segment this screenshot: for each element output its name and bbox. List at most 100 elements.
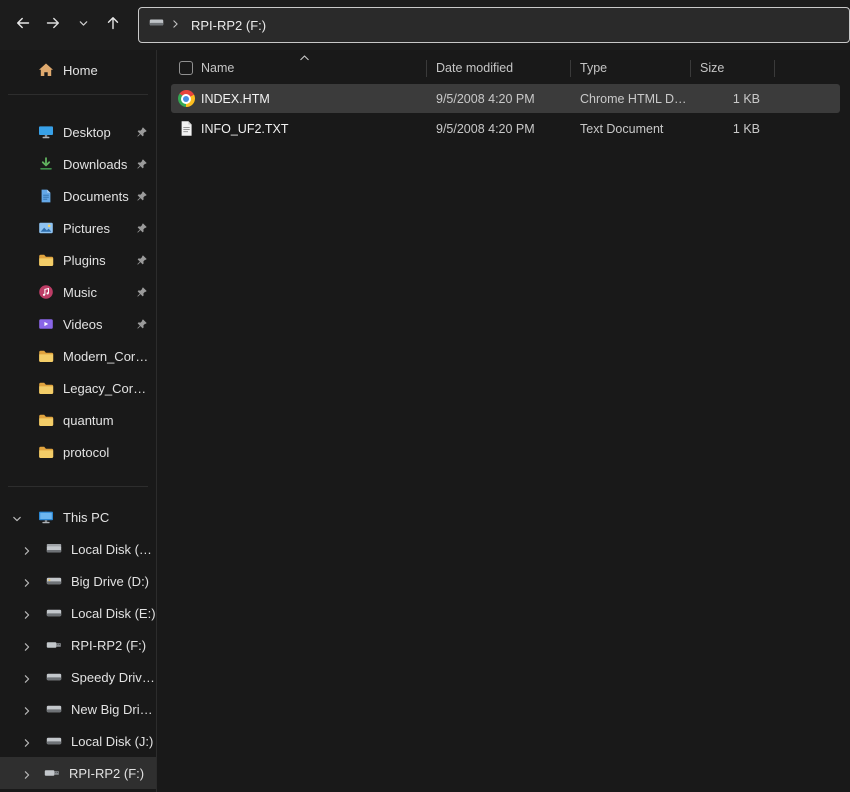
chevron-right-icon[interactable] [22, 640, 32, 650]
arrow-up-icon [105, 15, 121, 36]
sidebar-item-label: Videos [63, 317, 103, 332]
sidebar-item-this-pc[interactable]: This PC [0, 501, 156, 533]
usb-drive-icon [46, 637, 62, 653]
sidebar-item-protocol[interactable]: protocol [0, 436, 156, 468]
drive-icon [149, 15, 164, 35]
sidebar-item-pictures[interactable]: Pictures [0, 212, 156, 244]
column-header-type[interactable]: Type [570, 61, 690, 75]
document-icon [38, 188, 54, 204]
file-type: Chrome HTML Do... [570, 92, 690, 106]
folder-icon [38, 348, 54, 364]
sort-ascending-icon [299, 51, 310, 59]
sidebar-item-videos[interactable]: Videos [0, 308, 156, 340]
toolbar: RPI-RP2 (F:) [0, 0, 850, 50]
drive-icon [46, 573, 62, 589]
arrow-left-icon [15, 15, 31, 36]
sidebar-item-local-disk-j[interactable]: Local Disk (J:) [0, 725, 156, 757]
address-bar[interactable]: RPI-RP2 (F:) [138, 7, 850, 43]
column-divider[interactable] [690, 60, 691, 77]
sidebar-item-label: Local Disk (E:) [71, 606, 156, 621]
sidebar-item-label: Speedy Drive (G:) [71, 670, 156, 685]
pin-icon [136, 254, 148, 266]
chevron-right-icon[interactable] [22, 608, 32, 618]
sidebar-item-quantum[interactable]: quantum [0, 404, 156, 436]
sidebar-item-music[interactable]: Music [0, 276, 156, 308]
sidebar-item-modern-corsair[interactable]: Modern_Corsair [0, 340, 156, 372]
column-header-name[interactable]: Name [201, 61, 426, 75]
chevron-right-icon[interactable] [22, 736, 32, 746]
arrow-right-icon [45, 15, 61, 36]
drive-icon [46, 733, 62, 749]
sidebar-item-label: New Big Drive (I:) [71, 702, 156, 717]
home-icon [38, 62, 54, 78]
downloads-icon [38, 156, 54, 172]
breadcrumb-drive-label[interactable]: RPI-RP2 (F:) [187, 16, 270, 35]
chevron-right-icon[interactable] [22, 768, 32, 778]
column-divider[interactable] [426, 60, 427, 77]
pin-icon [136, 318, 148, 330]
forward-button[interactable] [38, 10, 68, 40]
text-document-icon [177, 120, 195, 138]
select-all-checkbox[interactable] [179, 61, 193, 75]
sidebar-item-label: Documents [63, 189, 129, 204]
sidebar-item-downloads[interactable]: Downloads [0, 148, 156, 180]
sidebar-item-local-disk-c[interactable]: Local Disk (C:) [0, 533, 156, 565]
chevron-right-icon[interactable] [22, 704, 32, 714]
sidebar-item-label: Modern_Corsair [63, 349, 151, 364]
sidebar-item-label: Local Disk (C:) [71, 542, 156, 557]
sidebar-item-legacy-corsair[interactable]: Legacy_Corsair [0, 372, 156, 404]
file-name: INDEX.HTM [201, 92, 426, 106]
recent-locations-button[interactable] [68, 10, 98, 40]
chrome-file-icon [177, 90, 195, 108]
file-size: 1 KB [690, 92, 774, 106]
chevron-right-icon[interactable] [22, 544, 32, 554]
chevron-right-icon[interactable] [22, 672, 32, 682]
back-button[interactable] [8, 10, 38, 40]
sidebar-item-label: RPI-RP2 (F:) [71, 638, 146, 653]
column-divider[interactable] [774, 60, 775, 77]
sidebar-item-local-disk-e[interactable]: Local Disk (E:) [0, 597, 156, 629]
file-name: INFO_UF2.TXT [201, 122, 426, 136]
usb-drive-icon [44, 765, 60, 781]
sidebar-item-big-drive-d[interactable]: Big Drive (D:) [0, 565, 156, 597]
navigation-pane: Home Desktop Downloads [0, 50, 157, 792]
column-divider[interactable] [570, 60, 571, 77]
file-type: Text Document [570, 122, 690, 136]
sidebar-item-plugins[interactable]: Plugins [0, 244, 156, 276]
folder-icon [38, 380, 54, 396]
music-icon [38, 284, 54, 300]
drive-icon [46, 541, 62, 557]
sidebar-item-label: protocol [63, 445, 109, 460]
file-row-info-uf2-txt[interactable]: INFO_UF2.TXT 9/5/2008 4:20 PM Text Docum… [171, 114, 840, 143]
column-header-row: Name Date modified Type Size [171, 53, 840, 83]
sidebar-item-documents[interactable]: Documents [0, 180, 156, 212]
videos-icon [38, 316, 54, 332]
sidebar-item-label: Pictures [63, 221, 110, 236]
sidebar-item-label: Desktop [63, 125, 111, 140]
sidebar-item-label: Home [63, 63, 98, 78]
sidebar-item-label: Plugins [63, 253, 106, 268]
sidebar-item-speedy-drive-g[interactable]: Speedy Drive (G:) [0, 661, 156, 693]
file-explorer-window: RPI-RP2 (F:) Home Desktop [0, 0, 850, 792]
chevron-right-icon[interactable] [22, 576, 32, 586]
sidebar-item-desktop[interactable]: Desktop [0, 116, 156, 148]
sidebar-item-new-big-drive-i[interactable]: New Big Drive (I:) [0, 693, 156, 725]
chevron-down-icon[interactable] [12, 512, 22, 522]
sidebar-item-label: quantum [63, 413, 114, 428]
chevron-down-icon [78, 16, 89, 34]
sidebar-item-label: This PC [63, 510, 109, 525]
sidebar-item-rpi-rp2-f[interactable]: RPI-RP2 (F:) [0, 629, 156, 661]
pin-icon [136, 286, 148, 298]
file-row-index-htm[interactable]: INDEX.HTM 9/5/2008 4:20 PM Chrome HTML D… [171, 84, 840, 113]
sidebar-separator [8, 94, 148, 95]
column-header-date-modified[interactable]: Date modified [426, 61, 570, 75]
folder-icon [38, 412, 54, 428]
sidebar-item-rpi-rp2-root[interactable]: RPI-RP2 (F:) [0, 757, 156, 789]
drive-icon [46, 701, 62, 717]
breadcrumb-chevron-icon [171, 16, 180, 34]
sidebar-item-home[interactable]: Home [0, 54, 156, 86]
breadcrumb[interactable]: RPI-RP2 (F:) [187, 16, 270, 35]
up-button[interactable] [98, 10, 128, 40]
column-header-size[interactable]: Size [690, 61, 774, 75]
nav-buttons [8, 10, 138, 40]
